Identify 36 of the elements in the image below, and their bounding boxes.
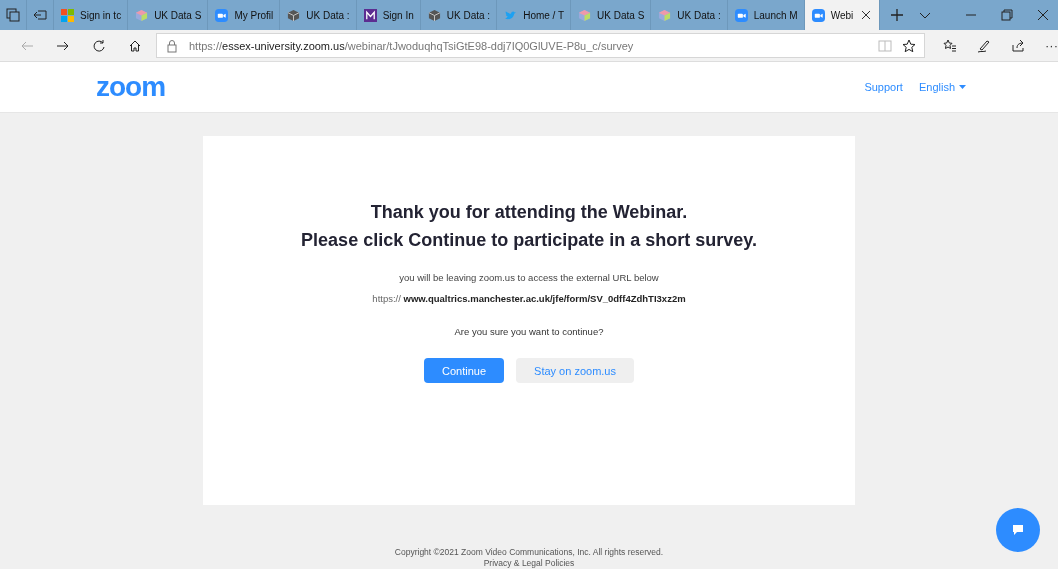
favorites-icon[interactable]: [943, 38, 957, 53]
external-url: https:// www.qualtrics.manchester.ac.uk/jfe/form/SV_0dff4ZdhTI3xz2m: [372, 293, 686, 304]
letter-m-icon: [363, 8, 377, 22]
cube-icon: [658, 8, 672, 22]
video-camera-icon: [215, 8, 229, 22]
tab-actions-icon[interactable]: [6, 8, 20, 22]
caret-icon[interactable]: [959, 85, 966, 89]
new-tab-icon[interactable]: [890, 8, 905, 22]
home-icon[interactable]: [128, 38, 142, 53]
video-camera-icon: [811, 8, 825, 22]
star-icon[interactable]: [902, 38, 916, 53]
confirm-question: Are you sure you want to continue?: [454, 326, 604, 337]
share-icon[interactable]: [1011, 38, 1025, 53]
chat-bubble-icon: [1011, 523, 1025, 537]
more-menu[interactable]: ···: [1045, 38, 1058, 53]
address-bar[interactable]: https://essex-university.zoom.us/webinar/tJwoduqhqTsiGtE98-ddj7IQ0GlUVE-P8u_c/survey: [156, 33, 925, 58]
cube-icon: [578, 8, 592, 22]
lock-icon: [165, 38, 179, 53]
leaving-notice: you will be leaving zoom.us to access the external URL below: [399, 272, 659, 283]
browser-tab[interactable]: Webi: [804, 0, 881, 30]
survey-prompt-heading: Please click Continue to participate in a short survey.: [301, 229, 757, 252]
thank-you-heading: Thank you for attending the Webinar.: [370, 201, 688, 224]
tabs-aside-icon[interactable]: [33, 8, 47, 22]
cube-icon: [135, 8, 149, 22]
refresh-icon[interactable]: [92, 38, 106, 53]
pen-icon[interactable]: [977, 38, 991, 53]
privacy-link[interactable]: Privacy & Legal Policies: [394, 558, 664, 569]
windows-logo-icon: [61, 8, 74, 22]
close-icon[interactable]: [1036, 8, 1050, 22]
support-link[interactable]: Support: [864, 81, 903, 93]
video-camera-icon: [734, 8, 748, 22]
restore-icon[interactable]: [1000, 8, 1014, 22]
chat-button[interactable]: [996, 508, 1040, 552]
cube-icon: [287, 8, 301, 22]
cube-icon: [427, 8, 441, 22]
copyright-text: Copyright ©2021 Zoom Video Communications, Inc. All rights reserved.: [394, 547, 664, 558]
